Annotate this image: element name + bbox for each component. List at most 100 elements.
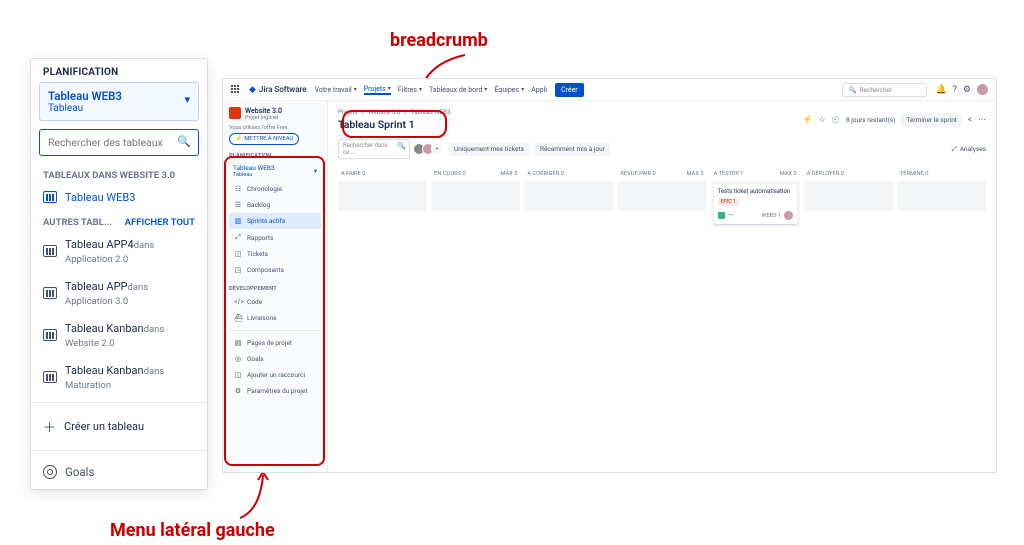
divider [31,402,207,403]
board-item[interactable]: Tableau APP4dans Application 2.0 [31,230,207,272]
create-board-label: Créer un tableau [64,420,144,433]
annotation-arrow-bot [235,470,275,520]
chevron-down-icon [354,86,357,93]
board-item-label: Tableau APP [65,280,127,293]
sidebar-item-active-sprints[interactable]: ▥Sprints actifs [229,213,321,229]
notifications-icon[interactable]: 🔔 [935,85,946,95]
chevron-down-icon [388,85,391,92]
app-switcher-icon[interactable] [231,85,241,95]
nav-dashboards[interactable]: Tableaux de bord [429,85,487,95]
board-icon: ▥ [234,217,242,225]
create-board-button[interactable]: ＋ Créer un tableau [31,407,207,446]
sidebar-item-components[interactable]: ◳Composants [229,262,321,278]
board-selector-title: Tableau WEB3 [48,89,190,103]
timeline-icon: ☷ [234,185,242,193]
project-header[interactable]: Website 3.0 Projet logiciel [229,107,321,121]
jira-window: ◆Jira Software Votre travail Projets Fil… [222,78,997,473]
clock-icon: 🕘 [832,116,840,124]
board-icon [43,191,57,203]
show-all-link[interactable]: AFFICHER TOUT [125,217,195,228]
sidebar-item-backlog[interactable]: ☰Backlog [229,197,321,213]
board-item[interactable]: Tableau Kanbandans Website 2.0 [31,314,207,356]
group-title-others: AUTRES TABL... [43,217,112,228]
insights-button[interactable]: ⤢Analyses [952,145,986,154]
group-title-current: TABLEAUX DANS WEBSITE 3.0 [31,164,207,183]
epic-badge[interactable]: EPIC 1 [718,198,739,206]
target-icon [43,465,57,479]
target-icon: ◎ [234,355,242,363]
more-icon[interactable]: ⋯ [978,115,986,124]
global-search[interactable]: 🔍Rechercher [842,83,927,97]
nav-apps[interactable]: Appli [531,85,547,95]
nav-projects[interactable]: Projets [364,85,391,95]
breadcrumb-board[interactable]: Tableau WEB3 [411,108,451,116]
breadcrumb-projects[interactable]: Projets [338,108,357,116]
project-type: Projet logiciel [245,115,282,121]
share-icon[interactable]: < [968,115,972,124]
breadcrumb-project[interactable]: Website 3.0 [368,108,400,116]
sidebar-item-code[interactable]: </>Code [229,294,321,310]
board-icon [43,371,57,383]
sidebar-board-sub: Tableau [233,172,275,178]
board-search: 🔍 [39,129,199,156]
search-placeholder: Rechercher [860,86,893,94]
backlog-icon: ☰ [234,201,242,209]
divider [31,450,207,451]
filter-only-mine[interactable]: Uniquement mes tickets [449,142,529,156]
ship-icon: ⛴ [234,314,242,322]
board-icon [43,245,57,257]
sidebar-item-releases[interactable]: ⛴Livraisons [229,310,321,326]
sidebar-item-issues[interactable]: ◫Tickets [229,246,321,262]
sidebar-item-goals[interactable]: ◎Goals [229,351,321,367]
nav-filters[interactable]: Filtres [398,85,422,95]
sidebar-item-project-settings[interactable]: ⚙Paramètres du projet [229,383,321,399]
sidebar-board-selector[interactable]: Tableau WEB3Tableau [229,161,321,181]
lightning-icon: ⚡ [235,136,242,142]
page-title: Tableau Sprint 1 [338,118,451,131]
help-icon[interactable]: ? [953,85,957,95]
sidebar-item-reports[interactable]: ⤢Rapports [229,229,321,246]
jira-logo[interactable]: ◆Jira Software [249,85,307,95]
goals-item[interactable]: Goals [31,455,207,489]
issue-key[interactable]: WEB3-1 [762,213,781,219]
settings-icon[interactable]: ⚙ [963,85,971,95]
board-icon [43,287,57,299]
lightning-icon[interactable]: ⚡ [803,115,813,124]
board-item[interactable]: Tableau Kanbandans Maturation [31,356,207,398]
board-item[interactable]: Tableau APPdans Application 3.0 [31,272,207,314]
sidebar-item-pages[interactable]: ▤Pages de projet [229,335,321,351]
nav-your-work[interactable]: Votre travail [315,85,357,95]
chart-icon: ⤢ [952,145,957,154]
issue-card[interactable]: Tests ticket automatisation EPIC 1 — WEB… [714,184,797,224]
upgrade-button[interactable]: ⚡METTRE À NIVEAU [229,133,299,145]
panel-section-label: PLANIFICATION [31,59,207,82]
sidebar-item-timeline[interactable]: ☷Chronologie [229,181,321,197]
sidebar-item-add-shortcut[interactable]: ◫Ajouter un raccourci [229,367,321,383]
assignee-filter[interactable]: + [416,143,443,155]
card-title: Tests ticket automatisation [718,188,793,195]
board-item-label: Tableau Kanban [65,322,144,335]
nav-teams[interactable]: Équipes [494,85,524,95]
board-column: REVUE PAIR 0Max 3 [617,167,706,227]
assignee-avatar[interactable] [784,211,793,220]
sidebar-board-title: Tableau WEB3 [233,164,275,172]
create-button[interactable]: Créer [555,83,584,97]
issue-search[interactable]: Rechercher dans ce ...🔍 [338,139,410,159]
add-people-icon[interactable]: + [431,143,443,155]
chevron-down-icon [419,86,422,93]
board-selector[interactable]: Tableau WEB3 Tableau [39,82,199,121]
jira-mark-icon: ◆ [249,85,256,95]
code-icon: </> [234,298,242,306]
reports-icon: ⤢ [234,233,242,242]
complete-sprint-button[interactable]: Terminer le sprint [901,113,962,127]
project-logo-icon [229,107,241,119]
board-item-label: Tableau Kanban [65,364,144,377]
page-icon: ▤ [234,339,242,347]
board-search-input[interactable] [39,129,199,156]
brand-label: Jira Software [259,85,307,94]
star-icon[interactable]: ☆ [819,115,826,124]
avatar[interactable] [977,84,988,95]
board-item-current[interactable]: Tableau WEB3 [31,183,207,211]
chevron-down-icon [521,86,524,93]
filter-recently-updated[interactable]: Récemment mis à jour [535,142,610,156]
